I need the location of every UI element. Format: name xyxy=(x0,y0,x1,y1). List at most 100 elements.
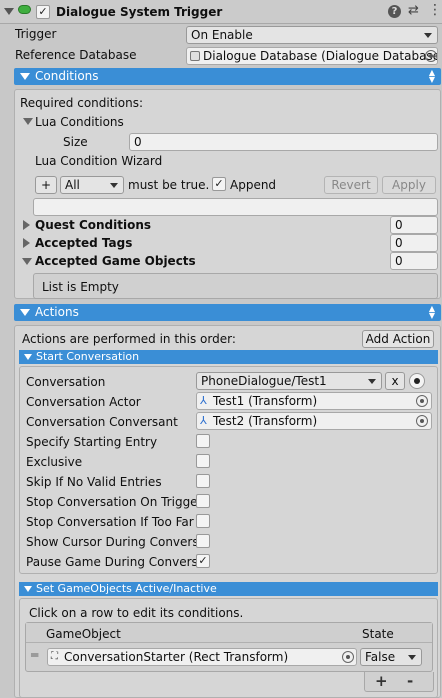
list-empty-box: List is Empty xyxy=(33,273,438,299)
transform-icon: ⅄ xyxy=(200,414,207,427)
revert-button[interactable]: Revert xyxy=(324,176,378,194)
apply-button[interactable]: Apply xyxy=(382,176,436,194)
trigger-label: Trigger xyxy=(15,27,57,41)
drag-handle-icon[interactable]: ═ xyxy=(31,648,38,662)
accepted-tags-input[interactable]: 0 xyxy=(390,234,438,252)
chevron-down-icon xyxy=(368,379,376,384)
specify-starting-entry-label: Specify Starting Entry xyxy=(26,435,158,449)
actions-header-bar[interactable]: Actions ▲ ▼ xyxy=(14,304,441,321)
actor-object-picker-icon[interactable] xyxy=(416,395,428,407)
conditions-scroll-arrows-icon: ▲ ▼ xyxy=(428,68,435,84)
gameobject-table: GameObject State ═ ⛶ ConversationStarter… xyxy=(25,622,433,672)
lua-conditions-label: Lua Conditions xyxy=(35,115,124,129)
component-enabled-checkbox[interactable]: ✓ xyxy=(36,5,50,19)
chevron-down-icon xyxy=(424,33,432,38)
trigger-dropdown[interactable]: On Enable xyxy=(186,26,438,44)
conversation-actor-label: Conversation Actor xyxy=(26,395,141,409)
show-cursor-label: Show Cursor During Conversa xyxy=(26,535,206,549)
list-add-button[interactable]: + xyxy=(375,672,388,690)
stop-on-trigger-checkbox[interactable] xyxy=(196,494,210,508)
wizard-all-value: All xyxy=(65,178,80,192)
start-conversation-header[interactable]: Start Conversation xyxy=(19,350,438,364)
chevron-down-icon xyxy=(110,183,118,188)
row-object-picker-icon[interactable] xyxy=(342,651,354,663)
add-action-button[interactable]: Add Action xyxy=(362,330,434,348)
row-gameobject-field[interactable]: ⛶ ConversationStarter (Rect Transform) xyxy=(47,648,357,666)
conversation-dropdown[interactable]: PhoneDialogue/Test1 xyxy=(196,372,382,390)
conditions-foldout-icon xyxy=(20,73,30,80)
pause-game-label: Pause Game During Conversa xyxy=(26,555,206,569)
option-row: Stop Conversation If Too Far xyxy=(0,514,442,532)
conversation-conversant-label: Conversation Conversant xyxy=(26,415,178,429)
set-active-header[interactable]: Set GameObjects Active/Inactive xyxy=(19,582,438,596)
option-row: Pause Game During Conversa ✓ xyxy=(0,554,442,572)
conversation-picker-icon[interactable] xyxy=(409,373,425,389)
list-empty-label: List is Empty xyxy=(42,280,119,294)
accepted-gameobjects-foldout-icon[interactable] xyxy=(22,258,32,265)
quest-conditions-foldout-icon[interactable] xyxy=(23,220,30,230)
set-active-label: Set GameObjects Active/Inactive xyxy=(36,582,217,595)
quest-conditions-input[interactable]: 0 xyxy=(390,216,438,234)
table-row[interactable]: ═ ⛶ ConversationStarter (Rect Transform)… xyxy=(26,644,432,671)
set-active-hint: Click on a row to edit its conditions. xyxy=(29,606,244,620)
show-cursor-checkbox[interactable] xyxy=(196,534,210,548)
actions-order-label: Actions are performed in this order: xyxy=(22,332,236,346)
conversation-conversant-field[interactable]: ⅄ Test2 (Transform) xyxy=(196,412,432,430)
refdb-label: Reference Database xyxy=(15,48,137,62)
stop-if-too-far-checkbox[interactable] xyxy=(196,514,210,528)
row-state-dropdown[interactable]: False xyxy=(360,648,422,666)
lua-conditions-foldout-icon[interactable] xyxy=(23,118,33,125)
refdb-value: Dialogue Database (Dialogue Database xyxy=(203,49,438,63)
accepted-tags-foldout-icon[interactable] xyxy=(23,238,30,248)
chevron-down-icon xyxy=(408,655,416,660)
option-row: Skip If No Valid Entries xyxy=(0,474,442,492)
set-active-foldout-icon xyxy=(24,586,32,592)
settings-icon[interactable]: ⇄ xyxy=(408,3,419,19)
must-be-true-label: must be true. xyxy=(128,178,210,192)
rect-transform-icon: ⛶ xyxy=(51,651,58,662)
conversation-actor-value: Test1 (Transform) xyxy=(213,394,318,408)
accepted-gameobjects-input[interactable]: 0 xyxy=(390,252,438,270)
database-icon xyxy=(190,51,200,61)
pause-game-checkbox[interactable]: ✓ xyxy=(196,554,210,568)
exclusive-checkbox[interactable] xyxy=(196,454,210,468)
required-conditions-label: Required conditions: xyxy=(20,96,143,110)
col-gameobject-header: GameObject xyxy=(46,627,121,641)
accepted-gameobjects-label: Accepted Game Objects xyxy=(35,254,196,268)
conversant-object-picker-icon[interactable] xyxy=(416,415,428,427)
lua-condition-text-field[interactable] xyxy=(33,198,438,216)
transform-icon: ⅄ xyxy=(200,394,207,407)
conditions-header-bar[interactable]: Conditions ▲ ▼ xyxy=(14,68,441,85)
accepted-tags-label: Accepted Tags xyxy=(35,236,133,250)
list-remove-button[interactable]: - xyxy=(407,672,413,690)
conversation-conversant-value: Test2 (Transform) xyxy=(213,414,318,428)
component-icon xyxy=(18,5,31,14)
exclusive-label: Exclusive xyxy=(26,455,83,469)
option-row: Show Cursor During Conversa xyxy=(0,534,442,552)
help-icon[interactable]: ? xyxy=(388,5,401,18)
conditions-header-label: Conditions xyxy=(35,69,99,83)
append-checkbox[interactable]: ✓ xyxy=(212,177,226,191)
refdb-field[interactable]: Dialogue Database (Dialogue Database xyxy=(186,47,438,65)
quest-conditions-label: Quest Conditions xyxy=(35,218,152,232)
size-input[interactable]: 0 xyxy=(129,133,438,151)
append-label: Append xyxy=(230,178,277,192)
col-state-header: State xyxy=(362,627,394,641)
conversation-actor-field[interactable]: ⅄ Test1 (Transform) xyxy=(196,392,432,410)
skip-if-no-valid-entries-checkbox[interactable] xyxy=(196,474,210,488)
skip-if-no-valid-entries-label: Skip If No Valid Entries xyxy=(26,475,162,489)
option-row: Specify Starting Entry xyxy=(0,434,442,452)
actions-foldout-icon xyxy=(20,309,30,316)
wizard-all-dropdown[interactable]: All xyxy=(60,176,124,194)
table-header: GameObject State xyxy=(26,623,432,643)
conversation-label: Conversation xyxy=(26,375,106,389)
trigger-value: On Enable xyxy=(191,28,253,42)
specify-starting-entry-checkbox[interactable] xyxy=(196,434,210,448)
menu-icon[interactable]: ⋮ xyxy=(428,2,442,18)
object-picker-icon[interactable] xyxy=(425,50,437,62)
size-label: Size xyxy=(63,135,88,149)
clear-conversation-button[interactable]: x xyxy=(385,372,405,390)
conversation-value: PhoneDialogue/Test1 xyxy=(201,374,327,388)
foldout-arrow-icon[interactable] xyxy=(4,8,14,15)
wizard-add-button[interactable]: + xyxy=(35,176,57,194)
